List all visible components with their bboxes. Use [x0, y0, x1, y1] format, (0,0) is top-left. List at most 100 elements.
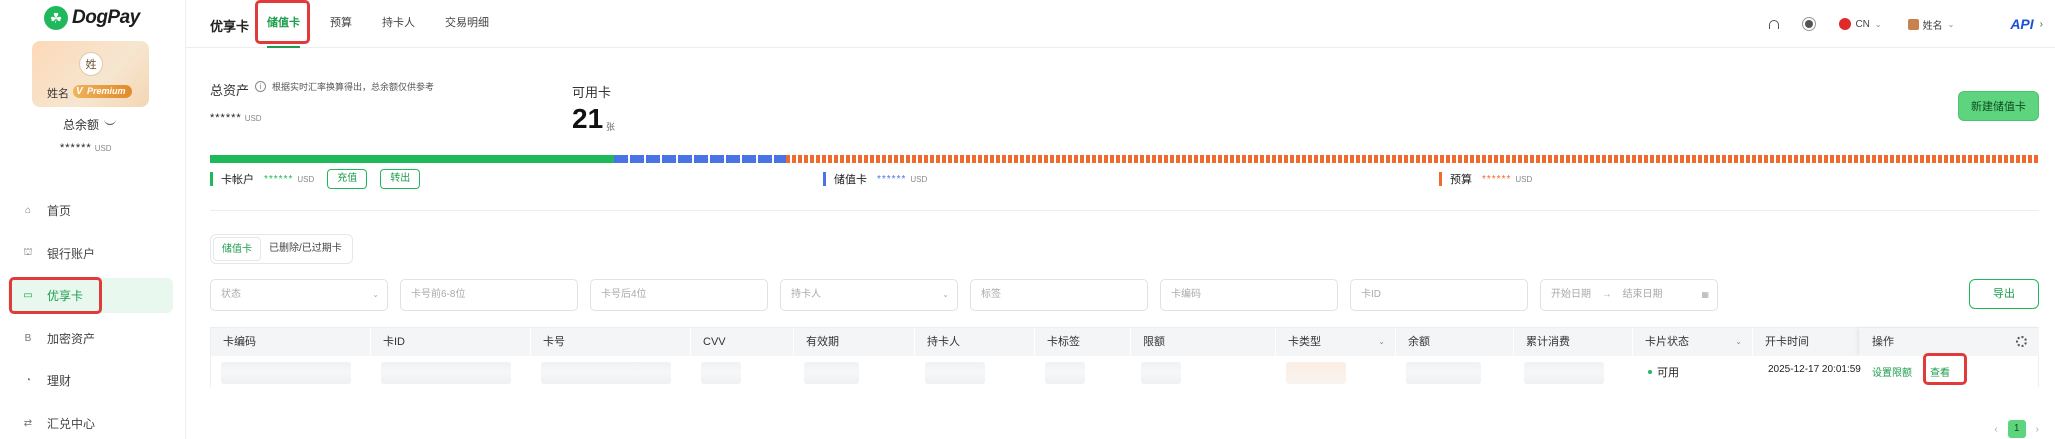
sidebar-item-label: 加密资产 — [47, 331, 96, 346]
support-button[interactable] — [1769, 19, 1780, 29]
new-card-button[interactable]: 新建储值卡 — [1958, 91, 2039, 121]
masked-cell — [1524, 362, 1604, 384]
transfer-out-button[interactable]: 转出 — [380, 169, 421, 189]
legend-unit: USD — [1515, 174, 1533, 184]
legend-value: ****** — [1482, 173, 1512, 185]
page-number-current[interactable]: 1 — [2007, 420, 2026, 438]
sidebar: ☘ DogPay 姓 姓名 V Premium 总余额 ****** USD ⌂ … — [0, 0, 186, 439]
column-header-card-id: 卡ID — [371, 328, 531, 356]
open-time: 2025-12-17 20:01:59 — [1768, 364, 1861, 375]
start-date-placeholder: 开始日期 — [1551, 289, 1591, 300]
info-icon[interactable]: i — [255, 81, 266, 92]
sidebar-item-label: 汇兑中心 — [47, 416, 96, 431]
settings-icon[interactable] — [2016, 336, 2027, 347]
headset-icon — [1769, 19, 1780, 29]
chevron-right-icon: › — [2039, 18, 2043, 30]
table-row[interactable]: 可用 2025-12-17 20:01:59 设置限额 查看 — [211, 353, 2038, 388]
main-content: 总资产 i 根据实时汇率换算得出，总余额仅供参考 ****** USD 可用卡 2… — [186, 48, 2055, 439]
total-assets-label: 总资产 — [210, 83, 250, 98]
eye-closed-icon[interactable] — [104, 118, 116, 125]
premium-label: Premium — [87, 86, 126, 96]
card-prefix-input[interactable]: 卡号前6-8位 — [400, 279, 578, 311]
profile-card[interactable]: 姓 姓名 V Premium — [32, 41, 149, 107]
card-icon: ▭ — [23, 290, 33, 301]
chevron-down-icon: ⌄ — [372, 290, 379, 299]
column-header-balance: 余额 — [1396, 328, 1514, 356]
legend-value: ****** — [877, 173, 907, 185]
legend-swatch — [823, 172, 826, 186]
legend-swatch — [1439, 172, 1442, 186]
distribution-segment-budget — [786, 155, 2039, 163]
status-placeholder: 状态 — [221, 289, 241, 300]
column-header-card-type[interactable]: 卡类型 ⌄ — [1276, 328, 1396, 356]
card-suffix-input[interactable]: 卡号后4位 — [590, 279, 768, 311]
available-cards-count: 21 — [572, 103, 604, 134]
sidebar-item-label: 首页 — [47, 204, 72, 218]
api-link[interactable]: API › — [1980, 16, 2043, 32]
language-select[interactable]: CN ⌄ — [1839, 18, 1882, 30]
top-bar: 优享卡 储值卡 预算 持卡人 交易明细 CN ⌄ 姓名 ⌄ API › — [186, 0, 2055, 48]
column-header-open-time: 开卡时间 — [1753, 328, 1860, 356]
sidebar-item-crypto[interactable]: B 加密资产 — [8, 321, 173, 356]
masked-cell — [925, 362, 985, 384]
column-header-cardholder: 持卡人 — [915, 328, 1035, 356]
legend-label: 预算 — [1450, 174, 1472, 186]
chevron-down-icon: ⌄ — [1735, 337, 1742, 346]
arrow-right-icon: → — [1601, 289, 1612, 300]
user-menu[interactable]: 姓名 ⌄ — [1907, 17, 1954, 32]
sidebar-item-finance[interactable]: ◔ 理财 — [8, 363, 173, 398]
legend-stored-value-card: 储值卡 ****** USD — [823, 170, 927, 188]
profile-name: 姓名 — [47, 88, 69, 100]
crown-icon: V — [76, 86, 83, 97]
card-code-input[interactable]: 卡编码 — [1160, 279, 1338, 311]
legend-budget: 预算 ****** USD — [1439, 170, 1532, 188]
tab-transactions[interactable]: 交易明细 — [435, 0, 499, 48]
tab-budget[interactable]: 预算 — [320, 0, 362, 48]
chevron-down-icon: ⌄ — [1874, 19, 1882, 29]
total-assets-value: ****** USD — [210, 112, 262, 124]
sidebar-item-label: 银行账户 — [47, 246, 96, 261]
tab-deleted-expired-cards[interactable]: 已删除/已过期卡 — [261, 237, 350, 261]
cardholder-select[interactable]: 持卡人 ⌄ — [780, 279, 958, 311]
column-header-card-status[interactable]: 卡片状态 ⌄ — [1633, 328, 1753, 356]
next-page-icon[interactable]: › — [2036, 424, 2039, 435]
masked-cell — [1141, 362, 1181, 384]
total-assets-amount: ****** — [210, 112, 242, 124]
language-label: CN — [1855, 18, 1870, 30]
theme-toggle[interactable] — [1805, 20, 1814, 28]
status-select[interactable]: 状态 ⌄ — [210, 279, 388, 311]
sidebar-item-bank-account[interactable]: ⛫ 银行账户 — [8, 236, 173, 271]
masked-cell — [1406, 362, 1481, 384]
legend-value: ****** — [264, 173, 294, 185]
sidebar-item-home[interactable]: ⌂ 首页 — [8, 193, 173, 228]
total-balance-value: ****** USD — [60, 142, 112, 154]
status-dot — [1648, 370, 1652, 374]
exchange-icon: ⇄ — [23, 417, 33, 429]
prev-page-icon[interactable]: ‹ — [1994, 424, 1997, 435]
legend-swatch — [210, 172, 213, 186]
card-id-input[interactable]: 卡ID — [1350, 279, 1528, 311]
date-range-picker[interactable]: 开始日期 → 结束日期 ▦ — [1540, 279, 1718, 311]
logo[interactable]: ☘ DogPay — [44, 6, 140, 30]
tag-input[interactable]: 标签 — [970, 279, 1148, 311]
masked-cell — [541, 362, 671, 384]
column-header-total-spend: 累计消费 — [1514, 328, 1633, 356]
tab-active-cards[interactable]: 储值卡 — [213, 237, 261, 261]
bank-icon: ⛫ — [23, 246, 33, 258]
sidebar-item-label: 理财 — [47, 374, 72, 388]
recharge-button[interactable]: 充值 — [327, 169, 368, 189]
set-limit-link[interactable]: 设置限额 — [1872, 364, 1912, 379]
column-header-card-tag: 卡标签 — [1035, 328, 1131, 356]
card-status: 可用 — [1657, 367, 1679, 379]
export-button[interactable]: 导出 — [1969, 279, 2039, 309]
tab-stored-value-card[interactable]: 储值卡 — [257, 0, 310, 48]
sidebar-item-exchange[interactable]: ⇄ 汇兑中心 — [8, 406, 173, 439]
distribution-segment-card-account — [210, 155, 614, 163]
table-header: 卡编码 卡ID 卡号 CVV 有效期 持卡人 卡标签 限额 卡类型 ⌄ 余额 累… — [211, 328, 2040, 356]
legend-unit: USD — [910, 174, 928, 184]
view-link[interactable]: 查看 — [1930, 364, 1950, 379]
legend-card-account: 卡帐户 ****** USD 充值 转出 — [210, 169, 421, 189]
sidebar-item-premium-card[interactable]: ▭ 优享卡 — [8, 278, 173, 313]
masked-cell — [804, 362, 859, 384]
tab-cardholder[interactable]: 持卡人 — [372, 0, 425, 48]
